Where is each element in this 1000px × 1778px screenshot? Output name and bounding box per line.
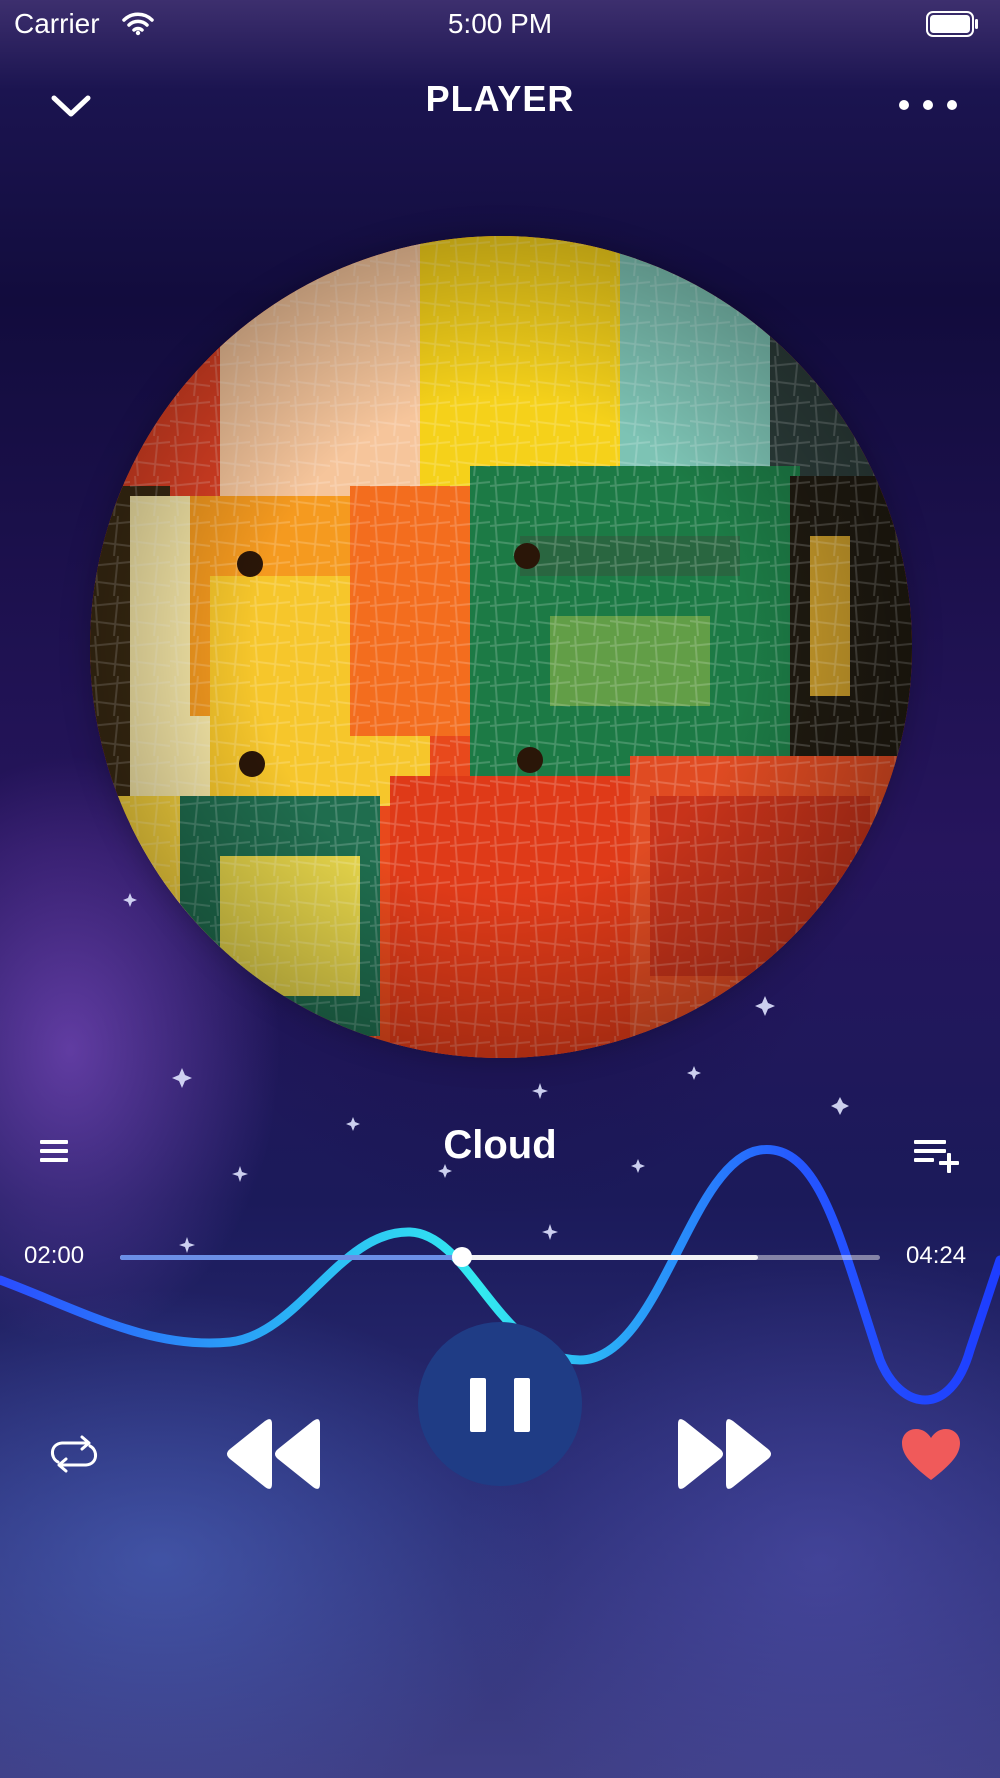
song-title: Cloud — [443, 1123, 557, 1167]
elapsed-time: 02:00 — [24, 1242, 85, 1269]
progress-slider[interactable] — [120, 1247, 880, 1267]
playlist-icon[interactable] — [38, 1136, 74, 1166]
progress-thumb[interactable] — [452, 1247, 472, 1267]
progress-played — [120, 1255, 462, 1260]
fast-forward-icon[interactable] — [676, 1416, 776, 1492]
status-time: 5:00 PM — [447, 8, 553, 39]
more-horizontal-icon[interactable] — [890, 88, 970, 124]
heart-icon[interactable] — [900, 1428, 962, 1482]
pause-button[interactable] — [418, 1322, 582, 1486]
nav-bar: PLAYER — [0, 60, 1000, 150]
page-title: PLAYER — [425, 78, 575, 119]
battery-icon — [926, 11, 980, 37]
pause-icon — [470, 1378, 530, 1432]
rewind-icon[interactable] — [222, 1416, 322, 1492]
status-bar: Carrier 5:00 PM — [0, 0, 1000, 50]
add-to-queue-icon[interactable] — [910, 1136, 964, 1176]
repeat-icon[interactable] — [46, 1432, 102, 1476]
album-art — [90, 236, 912, 1058]
total-duration: 04:24 — [906, 1242, 967, 1269]
